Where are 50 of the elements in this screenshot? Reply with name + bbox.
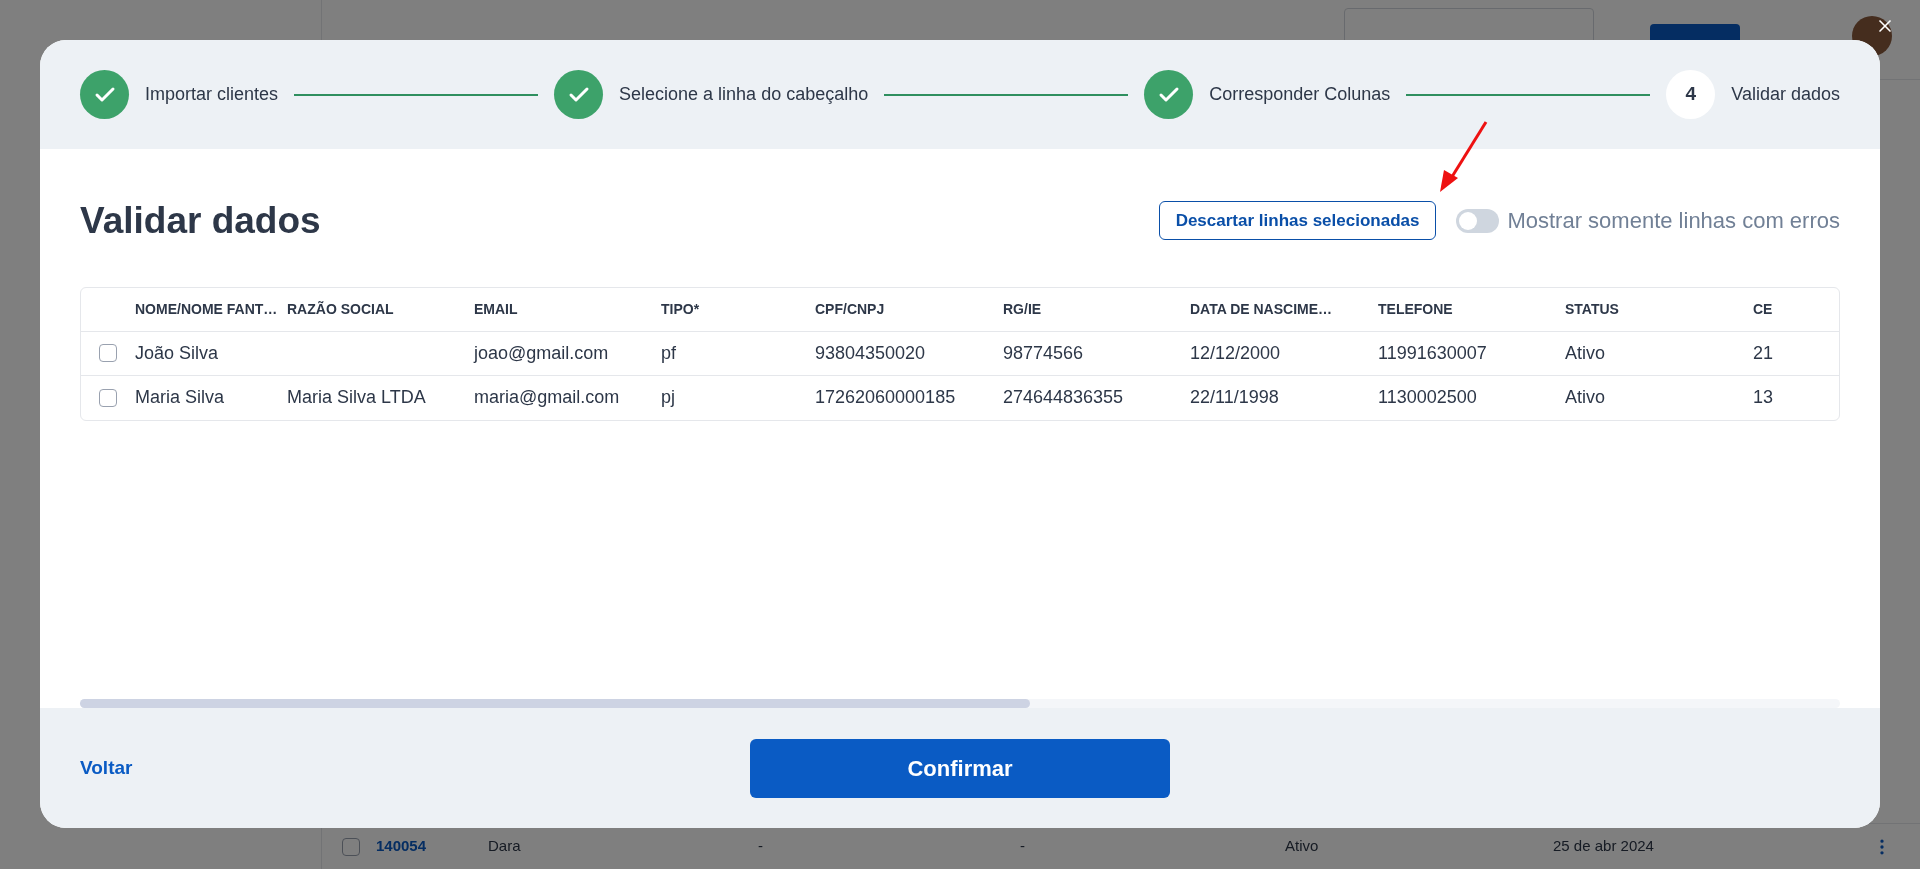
column-header: CPF/CNPJ xyxy=(815,299,886,319)
column-header: RG/IE xyxy=(1003,299,1043,319)
table-cell-text: 25 de abr 2024 xyxy=(1553,836,1655,857)
table-cell: pj xyxy=(661,387,675,407)
table-cell-text: - xyxy=(758,836,764,857)
table-cell: João Silva xyxy=(135,342,219,363)
table-cell: Ativo xyxy=(1565,342,1606,363)
table-cell-text: Dara xyxy=(488,836,522,857)
table-cell: 1130002500 xyxy=(1378,387,1477,407)
table-cell: Ativo xyxy=(1565,387,1606,407)
step-label: Validar dados xyxy=(1731,83,1840,106)
table-cell: 17262060000185 xyxy=(815,387,956,407)
table-cell: maria@gmail.com xyxy=(474,387,620,407)
table-cell: joao@gmail.com xyxy=(474,342,609,363)
toggle-switch[interactable] xyxy=(1456,208,1500,233)
table-cell: 11991630007 xyxy=(1378,342,1487,363)
step-number: 4 xyxy=(1666,70,1716,119)
column-header: CE xyxy=(1753,299,1774,319)
row-checkbox[interactable] xyxy=(99,388,117,407)
table-cell: 13 xyxy=(1753,387,1774,407)
table-cell: 98774566 xyxy=(1003,342,1084,363)
column-header: DATA DE NASCIME… xyxy=(1190,299,1334,319)
column-header: EMAIL xyxy=(474,299,519,319)
table-cell: 274644836355 xyxy=(1003,387,1124,407)
step-label: Importar clientes xyxy=(145,83,279,106)
table-cell-text: 140054 xyxy=(376,836,428,857)
table-cell: 22/11/1998 xyxy=(1190,387,1279,407)
table-cell-text: Ativo xyxy=(1285,836,1320,857)
column-header: TIPO* xyxy=(661,299,701,319)
table-cell: 12/12/2000 xyxy=(1190,342,1281,363)
table-cell-text: - xyxy=(1020,836,1026,857)
table-cell: 21 xyxy=(1753,342,1774,363)
row-checkbox[interactable] xyxy=(99,344,117,362)
column-header: RAZÃO SOCIAL xyxy=(287,299,395,319)
column-header: NOME/NOME FANT… xyxy=(135,299,279,319)
confirm-button[interactable]: Confirmar xyxy=(750,738,1170,798)
row-checkbox[interactable] xyxy=(342,837,360,856)
table-cell: Maria Silva LTDA xyxy=(287,387,426,407)
table-cell: Maria Silva xyxy=(135,387,225,407)
step-label: Selecione a linha do cabeçalho xyxy=(619,83,869,106)
table-cell: pf xyxy=(661,342,676,363)
step-label: Corresponder Colunas xyxy=(1209,83,1391,106)
modal-title: Validar dados xyxy=(80,199,321,243)
back-link[interactable]: Voltar xyxy=(80,753,133,783)
scrollbar-thumb[interactable] xyxy=(80,699,1031,708)
toggle-label: Mostrar somente linhas com erros xyxy=(1507,207,1840,236)
column-header: STATUS xyxy=(1565,299,1620,319)
column-header: TELEFONE xyxy=(1378,299,1454,319)
table-cell: 93804350020 xyxy=(815,342,926,363)
discard-button[interactable]: Descartar linhas selecionadas xyxy=(1158,201,1437,241)
